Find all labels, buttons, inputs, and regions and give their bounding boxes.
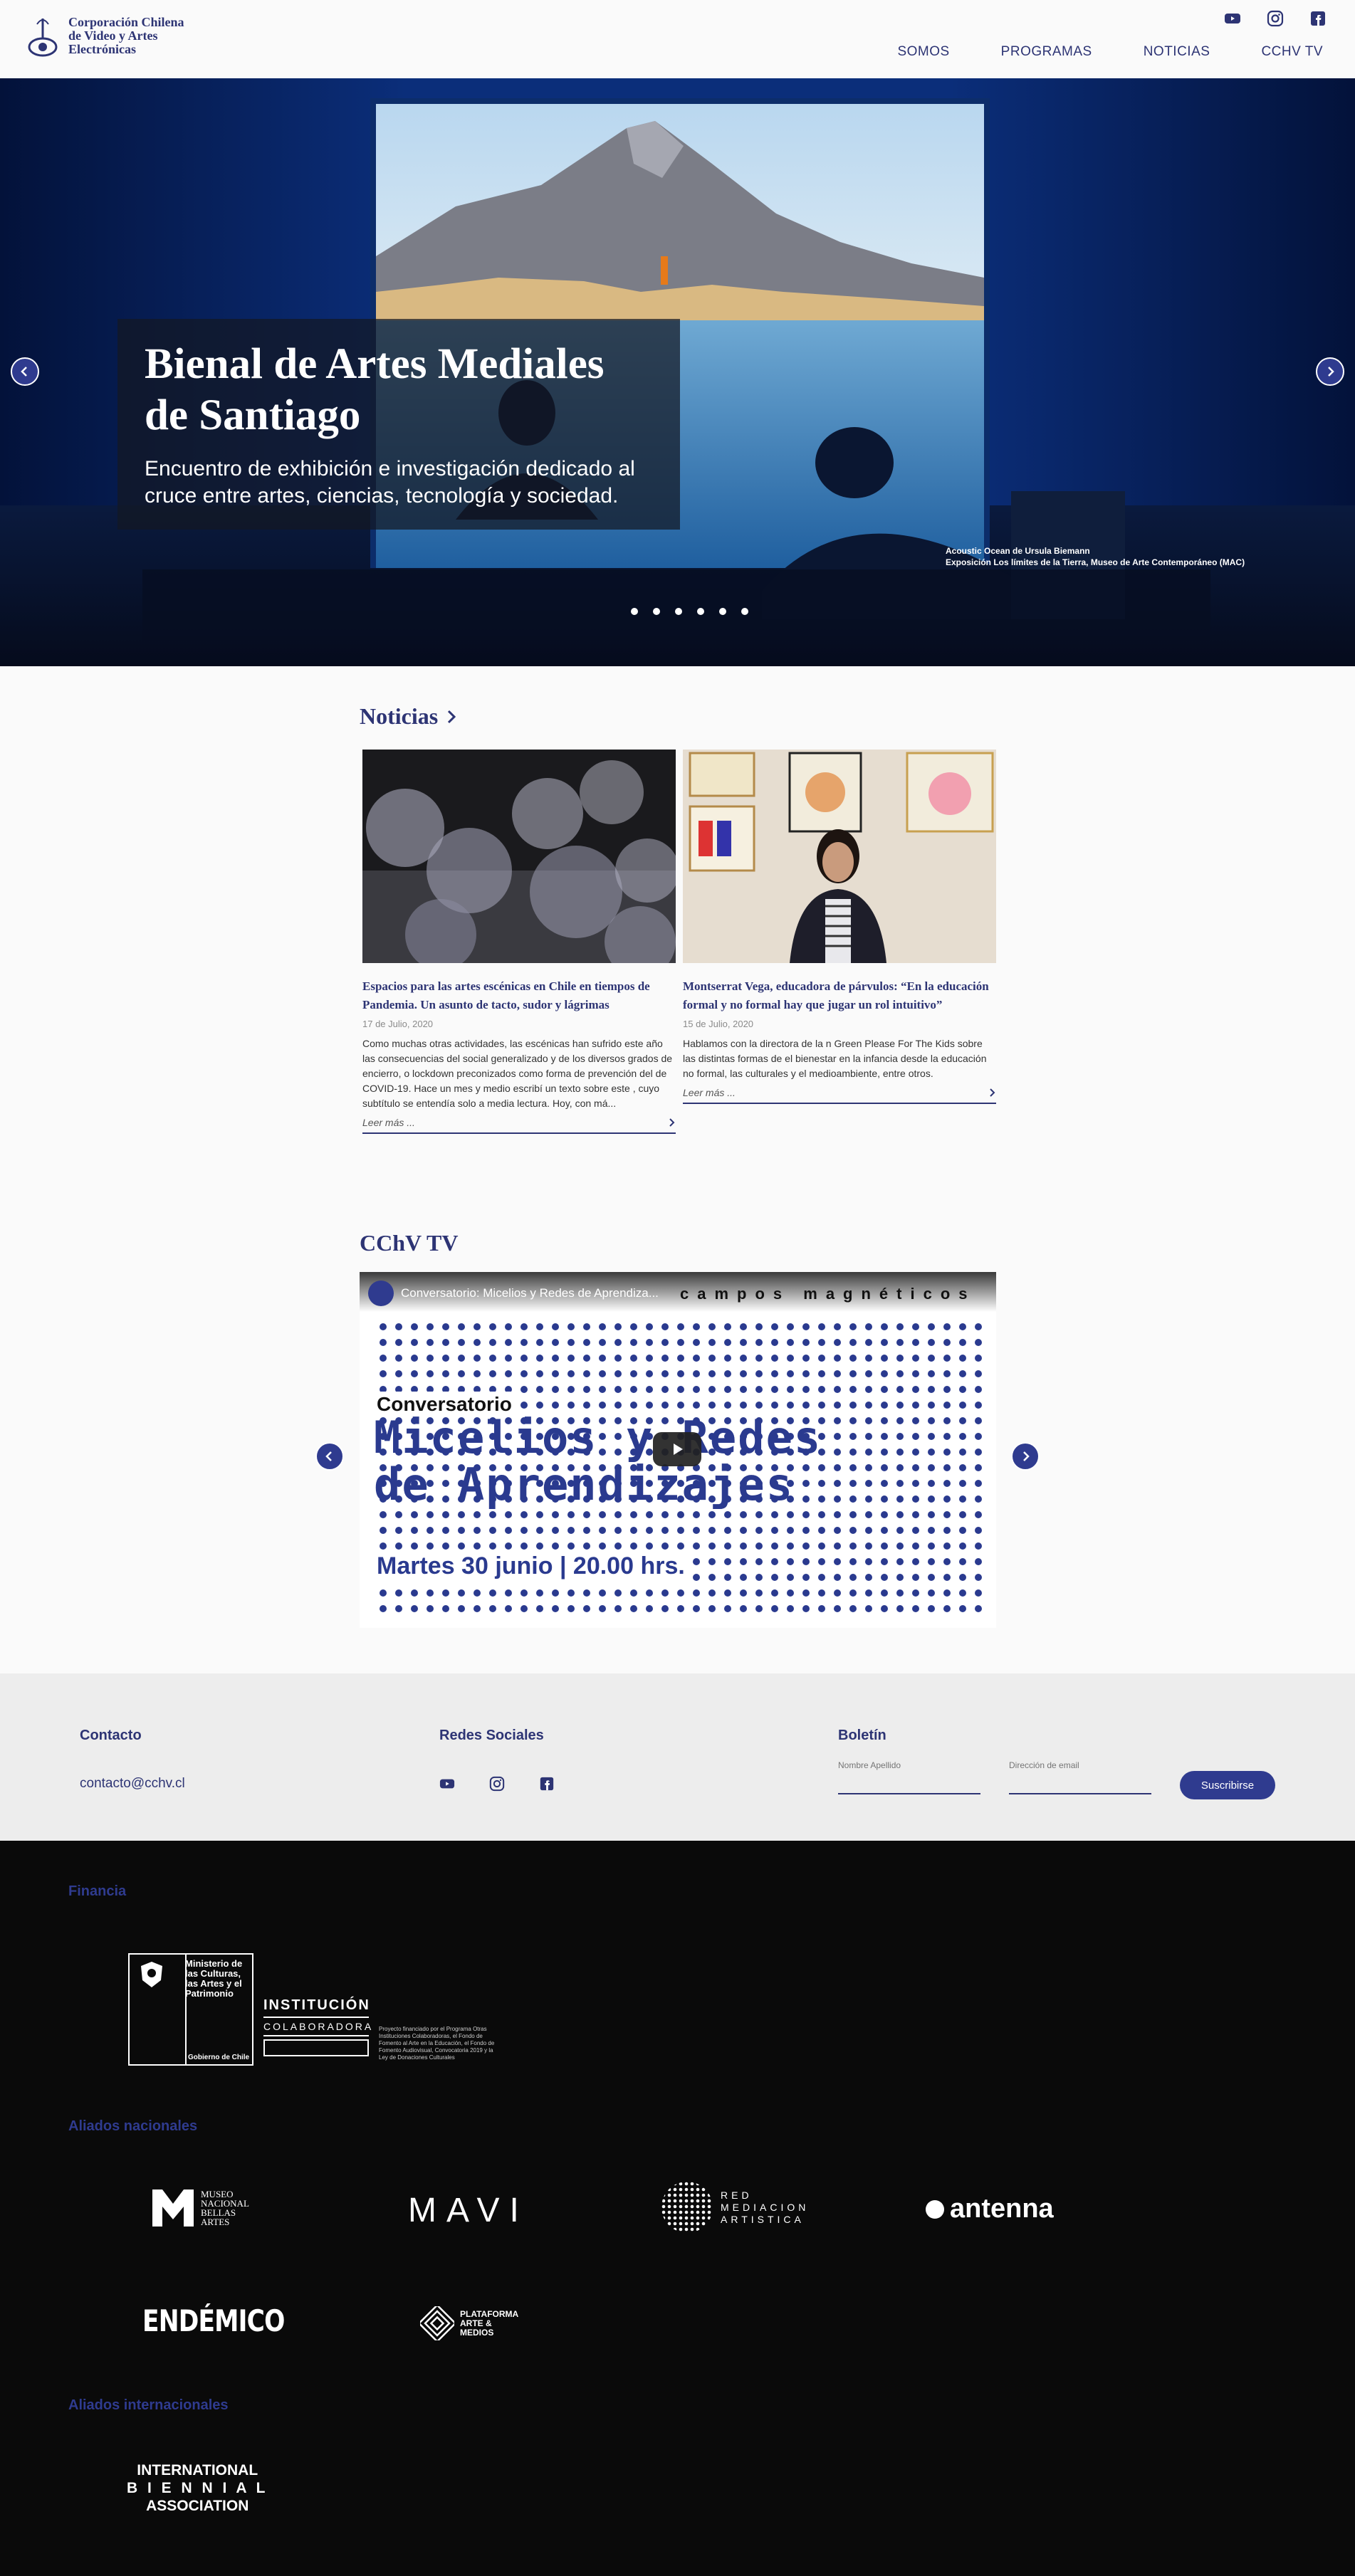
contact-heading: Contacto: [80, 1728, 142, 1743]
tv-section-title[interactable]: CChV TV: [360, 1230, 458, 1256]
footer-contact: Contacto contacto@cchv.cl Redes Sociales…: [0, 1673, 1355, 1841]
chevron-right-icon: [1328, 367, 1334, 377]
nav-somos[interactable]: SOMOS: [897, 44, 949, 60]
iba-logo[interactable]: INTERNATIONAL B I E N N I A L ASSOCIATIO…: [127, 2461, 268, 2515]
site-logo[interactable]: Corporación Chilena de Video y Artes Ele…: [27, 16, 184, 58]
social-heading: Redes Sociales: [439, 1728, 544, 1743]
aliados-nacionales-heading: Aliados nacionales: [68, 2118, 198, 2134]
carousel-dot[interactable]: [741, 608, 748, 615]
aliados-internacionales-heading: Aliados internacionales: [68, 2397, 229, 2413]
main-nav: SOMOS PROGRAMAS NOTICIAS CCHV TV: [897, 44, 1323, 60]
hero-next-button[interactable]: [1316, 357, 1344, 386]
coat-of-arms-icon: [141, 1962, 162, 1987]
news-date: 17 de Julio, 2020: [362, 1019, 434, 1029]
chevron-right-icon: [1023, 1451, 1030, 1461]
carousel-dot[interactable]: [653, 608, 660, 615]
news-title[interactable]: Montserrat Vega, educadora de párvulos: …: [683, 977, 996, 1014]
carousel-dot[interactable]: [697, 608, 704, 615]
ministerio-logo[interactable]: Ministerio de las Culturas, las Artes y …: [128, 1953, 253, 2066]
news-image[interactable]: [362, 750, 676, 963]
mnba-logo[interactable]: MUSEO NACIONAL BELLAS ARTES: [152, 2189, 249, 2227]
hero-subtitle: Encuentro de exhibición e investigación …: [145, 457, 635, 508]
nav-programas[interactable]: PROGRAMAS: [1001, 44, 1092, 60]
chevron-left-icon: [21, 367, 27, 377]
play-button[interactable]: [653, 1432, 701, 1466]
read-more-link[interactable]: Leer más ...: [362, 1117, 676, 1134]
instagram-icon[interactable]: [1267, 10, 1284, 27]
mavi-logo[interactable]: MAVI: [408, 2191, 529, 2230]
footer-social-links: [439, 1776, 555, 1792]
chevron-right-icon: [990, 1088, 995, 1097]
news-card[interactable]: Espacios para las artes escénicas en Chi…: [362, 750, 676, 1134]
footer-partners: Financia Ministerio de las Culturas, las…: [0, 1841, 1355, 2576]
carousel-dot[interactable]: [631, 608, 638, 615]
hero-credit: Acoustic Ocean de Ursula Biemann Exposic…: [946, 546, 1245, 567]
youtube-icon[interactable]: [439, 1776, 455, 1792]
nav-cchv-tv[interactable]: CCHV TV: [1261, 44, 1323, 60]
news-excerpt: Como muchas otras actividades, las escén…: [362, 1038, 673, 1109]
youtube-icon[interactable]: [1224, 10, 1241, 27]
hero-prev-button[interactable]: [11, 357, 39, 386]
proyecto-note: Proyecto financiado por el Programa Otra…: [379, 2026, 495, 2061]
read-more-link[interactable]: Leer más ...: [683, 1087, 996, 1104]
channel-avatar[interactable]: [368, 1281, 394, 1306]
chevron-right-icon: [669, 1118, 675, 1127]
email-input[interactable]: [1009, 1760, 1151, 1770]
subscribe-button[interactable]: Suscribirse: [1180, 1771, 1275, 1799]
logo-text: Corporación Chilena de Video y Artes Ele…: [68, 15, 184, 56]
news-date: 15 de Julio, 2020: [683, 1019, 754, 1029]
institucion-colaboradora-logo[interactable]: INSTITUCIÓN COLABORADORA: [263, 1997, 371, 2056]
educator-photo: [683, 750, 996, 963]
carousel-dot[interactable]: [719, 608, 726, 615]
financia-heading: Financia: [68, 1883, 127, 1899]
contact-email[interactable]: contacto@cchv.cl: [80, 1776, 185, 1792]
news-title[interactable]: Espacios para las artes escénicas en Chi…: [362, 977, 676, 1014]
nested-squares-icon: [420, 2306, 454, 2340]
carousel-dot[interactable]: [675, 608, 682, 615]
name-input[interactable]: [838, 1760, 980, 1770]
newsletter-heading: Boletín: [838, 1728, 886, 1743]
video-player[interactable]: Conversatorio: Micelios y Redes de Apren…: [360, 1272, 996, 1628]
plataforma-logo[interactable]: PLATAFORMA ARTE & MEDIOS: [420, 2306, 518, 2340]
bubbles-photo: [362, 750, 676, 963]
chevron-right-icon: [448, 710, 456, 723]
email-field[interactable]: [1009, 1759, 1151, 1794]
endemico-logo[interactable]: ENDÉMICO: [142, 2303, 285, 2338]
dotted-circle-icon: [661, 2182, 713, 2233]
news-image[interactable]: [683, 750, 996, 963]
video-brand: campos magnéticos: [680, 1285, 976, 1303]
video-heading-big: Micelios y Redes de Aprendizajes: [374, 1411, 822, 1510]
tv-next-button[interactable]: [1011, 1442, 1040, 1471]
tv-prev-button[interactable]: [315, 1442, 344, 1471]
news-section-title[interactable]: Noticias: [360, 703, 458, 730]
header-social-links: [1224, 10, 1327, 27]
chevron-left-icon: [325, 1451, 332, 1461]
eye-logo-icon: [28, 19, 58, 57]
antenna-logo[interactable]: antenna: [926, 2194, 1054, 2224]
hero-title: Bienal de Artes Mediales de Santiago: [145, 340, 605, 439]
mnba-m-icon: [152, 2189, 194, 2227]
name-field[interactable]: [838, 1759, 980, 1794]
facebook-icon[interactable]: [1309, 10, 1327, 27]
play-icon: [674, 1444, 683, 1455]
news-card[interactable]: Montserrat Vega, educadora de párvulos: …: [683, 750, 996, 1104]
instagram-icon[interactable]: [489, 1776, 505, 1792]
site-header: Corporación Chilena de Video y Artes Ele…: [0, 0, 1355, 78]
video-title[interactable]: Conversatorio: Micelios y Redes de Apren…: [401, 1286, 659, 1300]
hero-carousel: Bienal de Artes Mediales de Santiago Enc…: [0, 78, 1355, 666]
carousel-dots: [631, 608, 748, 615]
nav-noticias[interactable]: NOTICIAS: [1144, 44, 1210, 60]
hero-caption: Bienal de Artes Mediales de Santiago Enc…: [117, 319, 680, 530]
video-date: Martes 30 junio | 20.00 hrs.: [374, 1551, 688, 1582]
news-excerpt: Hablamos con la directora de la n Green …: [683, 1038, 987, 1079]
facebook-icon[interactable]: [539, 1776, 555, 1792]
red-mediacion-logo[interactable]: RED MEDIACION ARTISTICA: [661, 2181, 809, 2234]
antenna-dot-icon: [926, 2199, 944, 2219]
